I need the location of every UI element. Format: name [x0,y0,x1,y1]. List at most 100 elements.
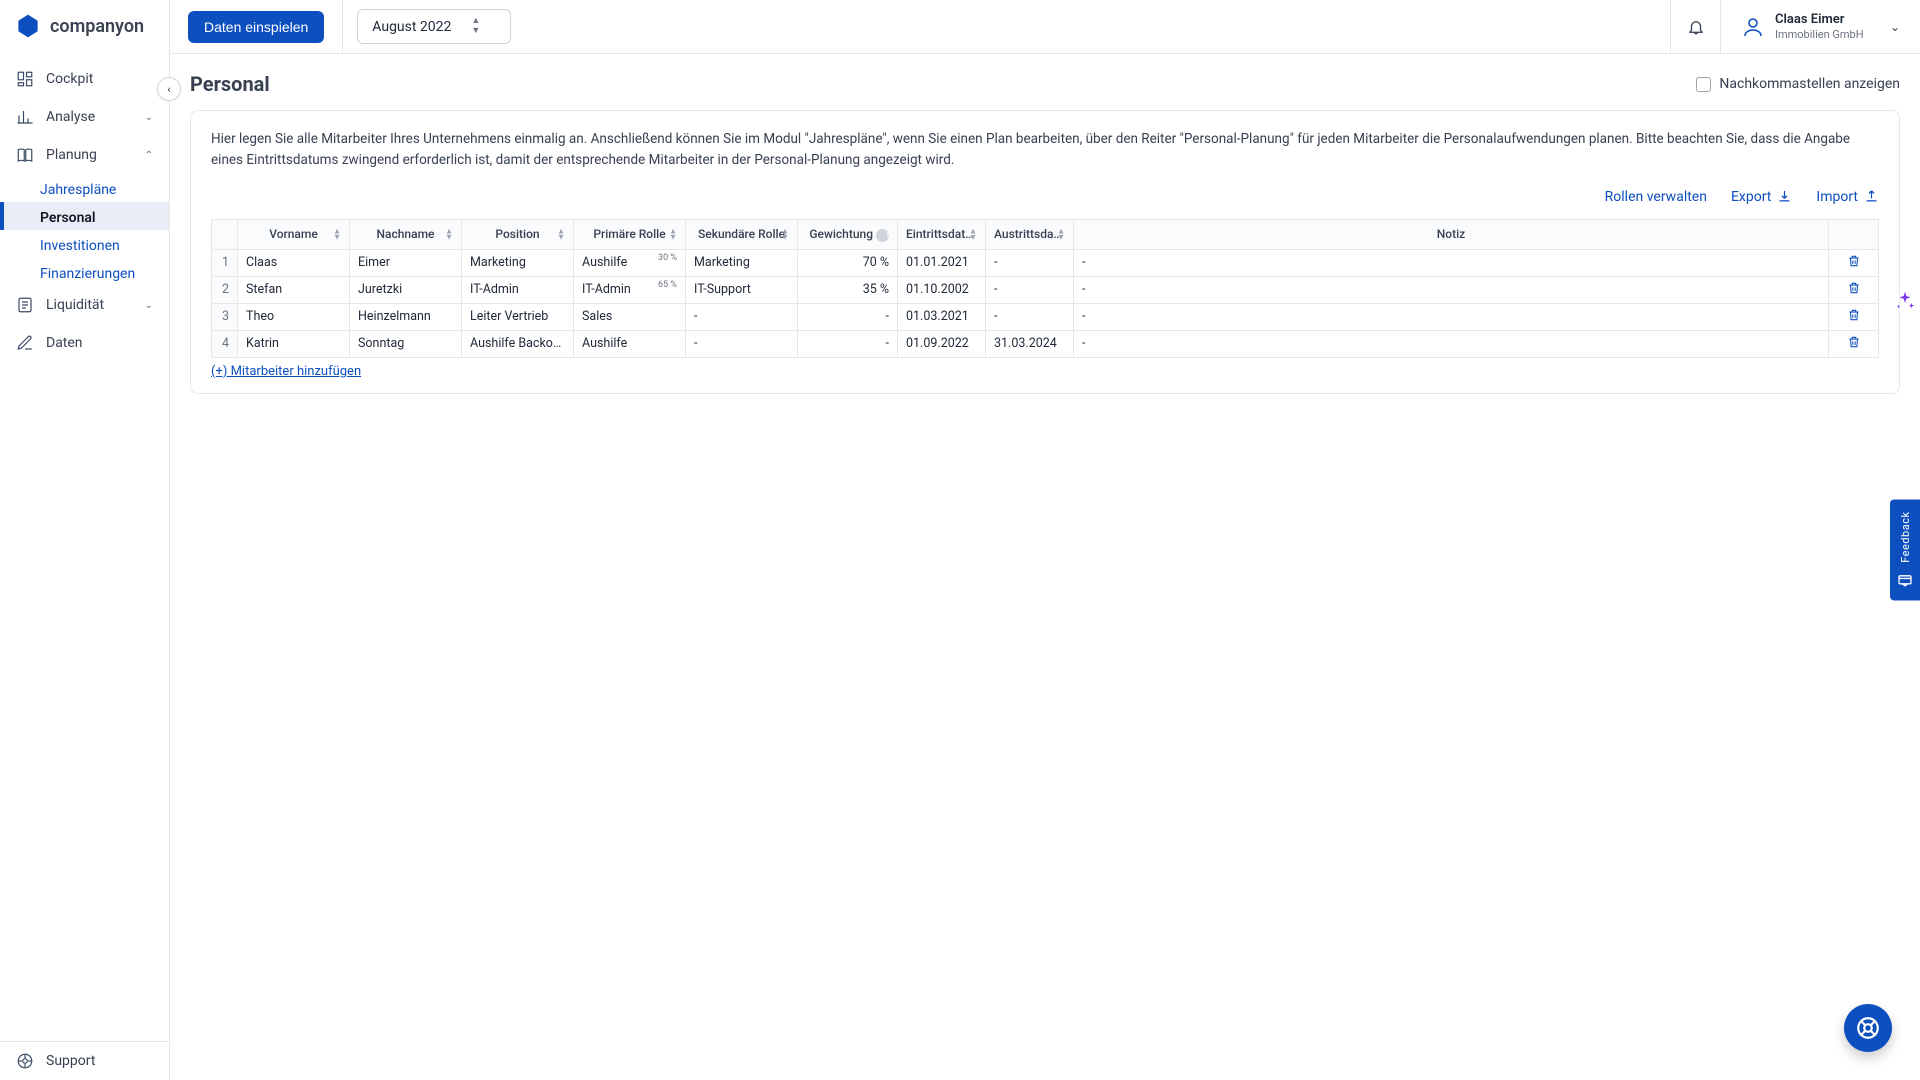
cell-notiz[interactable]: - [1074,330,1829,357]
manage-roles-link[interactable]: Rollen verwalten [1605,189,1707,205]
export-link[interactable]: Export [1731,189,1792,205]
th-gew[interactable]: Gewichtungi [798,219,898,249]
logo[interactable]: companyon [0,0,169,52]
cell-index: 3 [212,303,238,330]
cell-prim[interactable]: Aushilfe [574,330,686,357]
cell-actions [1829,249,1879,276]
cell-ein[interactable]: 01.09.2022 [898,330,986,357]
support-icon [16,1052,34,1070]
user-company: Immobilien GmbH [1775,28,1864,41]
sort-icon: ▲▼ [557,229,565,240]
cell-vorname[interactable]: Claas [238,249,350,276]
th-aus[interactable]: Austrittsdat…▲▼ [986,219,1074,249]
cell-position[interactable]: Leiter Vertrieb [462,303,574,330]
decimals-toggle[interactable]: Nachkommastellen anzeigen [1696,76,1900,92]
delete-row-button[interactable] [1847,257,1861,272]
sort-icon: ▲▼ [669,229,677,240]
table-row: 4KatrinSonntagAushilfe BackofficeAushilf… [212,330,1879,357]
cell-sek[interactable]: - [686,303,798,330]
cell-index: 4 [212,330,238,357]
chevron-up-icon: ⌃ [145,150,153,161]
month-value: August 2022 [372,19,451,35]
th-nachname[interactable]: Nachname▲▼ [350,219,462,249]
th-notiz: Notiz [1074,219,1829,249]
cell-ein[interactable]: 01.03.2021 [898,303,986,330]
cell-notiz[interactable]: - [1074,303,1829,330]
ai-sparkle-button[interactable] [1894,290,1916,312]
th-sek[interactable]: Sekundäre Rolle▲▼ [686,219,798,249]
cell-sek[interactable]: - [686,330,798,357]
cell-aus[interactable]: 31.03.2024 [986,330,1074,357]
cell-gew[interactable]: - [798,330,898,357]
nav-label: Liquidität [46,297,104,313]
delete-row-button[interactable] [1847,284,1861,299]
cell-prim[interactable]: Aushilfe30 % [574,249,686,276]
notifications-button[interactable] [1670,0,1720,53]
cell-prim[interactable]: IT-Admin65 % [574,276,686,303]
cell-aus[interactable]: - [986,249,1074,276]
th-position[interactable]: Position▲▼ [462,219,574,249]
nav-cockpit[interactable]: Cockpit [0,60,169,98]
cell-gew[interactable]: 35 % [798,276,898,303]
page-title: Personal [190,72,270,96]
feedback-tab[interactable]: Feedback [1890,499,1920,600]
employees-table: Vorname▲▼ Nachname▲▼ Position▲▼ Primäre … [211,219,1879,358]
delete-row-button[interactable] [1847,338,1861,353]
nav-label: Cockpit [46,71,93,87]
table-row: 3TheoHeinzelmannLeiter VertriebSales--01… [212,303,1879,330]
th-ein[interactable]: Eintrittsdatum▲▼ [898,219,986,249]
cell-vorname[interactable]: Theo [238,303,350,330]
cell-nachname[interactable]: Heinzelmann [350,303,462,330]
nav-finanzierungen[interactable]: Finanzierungen [0,258,169,286]
nav-planung[interactable]: Planung ⌃ [0,136,169,174]
cell-vorname[interactable]: Katrin [238,330,350,357]
feedback-icon [1897,573,1913,589]
nav-investitionen[interactable]: Investitionen [0,230,169,258]
cell-nachname[interactable]: Juretzki [350,276,462,303]
book-icon [16,146,34,164]
user-icon [1741,15,1765,39]
cell-gew[interactable]: 70 % [798,249,898,276]
cell-notiz[interactable]: - [1074,249,1829,276]
sort-icon: ▲▼ [1057,229,1065,240]
cell-nachname[interactable]: Sonntag [350,330,462,357]
th-index [212,219,238,249]
cell-ein[interactable]: 01.01.2021 [898,249,986,276]
chevron-down-icon: ⌄ [145,112,153,123]
cell-gew[interactable]: - [798,303,898,330]
help-fab[interactable] [1844,1004,1892,1052]
nav-analyse[interactable]: Analyse ⌄ [0,98,169,136]
cell-position[interactable]: Marketing [462,249,574,276]
sort-icon: ▲▼ [781,229,789,240]
th-prim[interactable]: Primäre Rolle▲▼ [574,219,686,249]
add-employee-link[interactable]: (+) Mitarbeiter hinzufügen [211,358,361,381]
cell-aus[interactable]: - [986,276,1074,303]
cell-ein[interactable]: 01.10.2002 [898,276,986,303]
info-icon: i [876,229,889,242]
cell-sek[interactable]: Marketing [686,249,798,276]
th-vorname[interactable]: Vorname▲▼ [238,219,350,249]
cell-notiz[interactable]: - [1074,276,1829,303]
sidebar-collapse-button[interactable]: ‹ [157,77,181,101]
nav-support[interactable]: Support [0,1042,169,1080]
month-selector[interactable]: August 2022 ▲▼ [357,9,511,44]
nav-personal[interactable]: Personal [0,202,169,230]
cell-sek[interactable]: IT-Support [686,276,798,303]
cell-index: 1 [212,249,238,276]
user-menu[interactable]: Claas Eimer Immobilien GmbH ⌄ [1720,0,1920,53]
delete-row-button[interactable] [1847,311,1861,326]
nav-liquiditat[interactable]: Liquidität ⌄ [0,286,169,324]
nav-jahresplane[interactable]: Jahrespläne [0,174,169,202]
nav-daten[interactable]: Daten [0,324,169,362]
cell-position[interactable]: Aushilfe Backoffice [462,330,574,357]
cell-nachname[interactable]: Eimer [350,249,462,276]
cell-vorname[interactable]: Stefan [238,276,350,303]
cell-actions [1829,330,1879,357]
chevron-down-icon: ⌄ [1890,20,1900,34]
chart-icon [16,108,34,126]
import-link[interactable]: Import [1816,189,1879,205]
import-data-button[interactable]: Daten einspielen [188,11,324,43]
cell-aus[interactable]: - [986,303,1074,330]
cell-position[interactable]: IT-Admin [462,276,574,303]
cell-prim[interactable]: Sales [574,303,686,330]
